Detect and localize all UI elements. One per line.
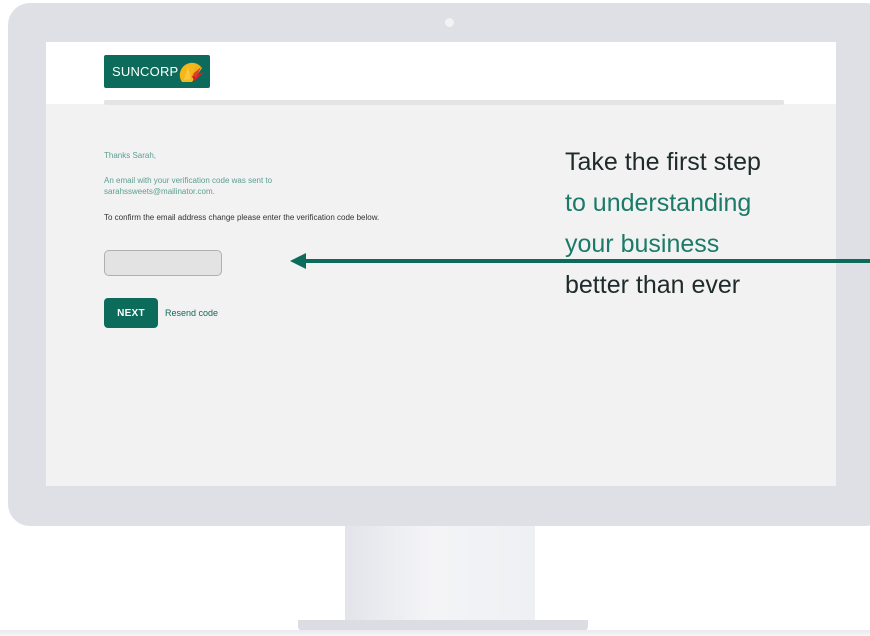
logo-text: SUNCORP [112,64,179,79]
email-sent-message: An email with your verification code was… [104,176,273,196]
confirm-instruction: To confirm the email address change plea… [104,213,380,222]
resend-code-link[interactable]: Resend code [165,308,218,318]
greeting-text: Thanks Sarah, [104,151,157,160]
camera-icon [445,18,454,27]
floor-shadow [0,630,870,636]
callout-line-2: to understanding [565,189,752,217]
sun-icon [179,62,204,82]
callout-arrow-icon [290,253,870,269]
verification-code-input[interactable] [104,250,222,276]
suncorp-logo: SUNCORP [104,55,210,88]
callout-line-1: Take the first step [565,148,761,176]
callout-text: Take the first step to understanding you… [565,142,865,306]
monitor-stand [345,526,535,628]
next-button[interactable]: NEXT [104,298,158,328]
header-divider [104,100,784,105]
